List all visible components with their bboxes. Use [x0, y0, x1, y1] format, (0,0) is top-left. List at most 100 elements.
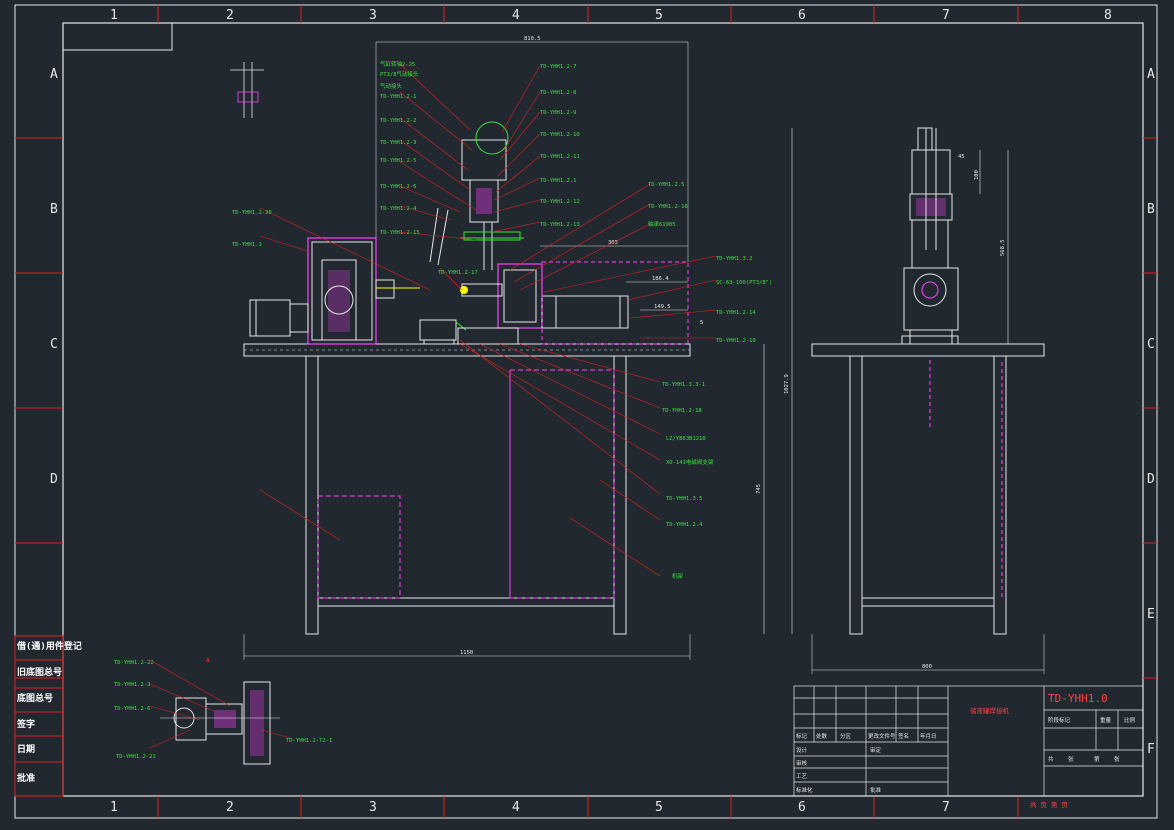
row-label: C	[1147, 337, 1155, 352]
title-block-cell: 批准	[870, 786, 882, 794]
side-label-column: 借(通)用件登记 旧底图总号 底图总号 签字 日期 批准	[14, 635, 82, 797]
part-label: TD-YHH1.2-6	[114, 706, 150, 712]
part-label: 气动接头	[380, 82, 403, 90]
part-label: TD-YHH1.3.5	[666, 496, 702, 502]
col-label: 5	[655, 8, 663, 23]
title-block-footer: 共 页 第 页	[1030, 800, 1068, 809]
row-label: A	[1147, 67, 1155, 82]
dimension-label: 100	[974, 170, 980, 180]
col-label: 1	[110, 800, 118, 815]
part-label: TD-YHH1.2-16	[648, 204, 688, 210]
detail-view-bottom: A	[160, 657, 280, 765]
part-labels: 气缸转轴2-25 PT1/8气动接头 气动接头 TD-YHH1.2-1 TD-Y…	[114, 60, 772, 760]
dimension-label: 149.5	[654, 304, 671, 310]
title-block-cell: 审核	[796, 759, 808, 767]
title-block-cell: 设计	[796, 746, 808, 754]
title-block-cell: 标准化	[796, 786, 813, 794]
row-label: F	[1147, 742, 1155, 757]
part-label: TD-YHH1.2-17	[438, 270, 478, 276]
part-label: TD-YHH1.2-6	[380, 184, 416, 190]
dimension-label: 45	[958, 154, 965, 160]
row-label: D	[1147, 472, 1155, 487]
side-label: 批准	[17, 772, 35, 784]
drawing-number: TD-YHH1.0	[1048, 692, 1108, 705]
front-view: 810.5 1150 1027.9 745 305 186.4 149.5 5	[243, 36, 793, 660]
title-block-cell: 审定	[870, 746, 882, 754]
drawing-title: 储液罐焊接机	[970, 706, 1010, 715]
part-label: TD-YHH1.2-3	[380, 140, 416, 146]
part-label: TD-YHH1.2-2	[380, 118, 416, 124]
part-label: TD-YHH1.3.3-1	[662, 382, 705, 388]
side-label: 借(通)用件登记	[16, 640, 82, 652]
part-label: TD-YHH1.2-18	[662, 408, 702, 414]
dimension-label: 186.4	[652, 276, 669, 282]
side-label: 日期	[17, 743, 35, 755]
dimension-label: 1150	[460, 650, 473, 656]
col-label: 4	[512, 8, 520, 23]
part-label: TD-YHH1.2-4	[380, 206, 417, 212]
part-label: TD-YHH1.2-T2-1	[286, 738, 332, 744]
part-label: TD-YHH1.2.5	[648, 182, 684, 188]
row-label: A	[50, 67, 58, 82]
col-label: 1	[110, 8, 118, 23]
title-block-cell: 张	[1114, 755, 1120, 763]
dimension-label: 800	[922, 664, 932, 670]
side-label: 底图总号	[17, 692, 53, 704]
dimension-label: 745	[756, 484, 762, 494]
dimension-label: 810.5	[524, 36, 541, 42]
col-label: 4	[512, 800, 520, 815]
part-label: PT1/8气动接头	[380, 70, 419, 78]
row-label: B	[1147, 202, 1155, 217]
title-block-cell: 标记	[796, 732, 808, 740]
part-label: 轴承61905	[648, 220, 676, 228]
side-view: 800 568.5 100 45	[811, 127, 1045, 674]
part-label: TD-YHH1.2-14	[716, 310, 756, 316]
title-block-cell: 阶段标记	[1048, 716, 1071, 724]
part-label: SC-63-100(PT3/8")	[716, 280, 772, 286]
title-block-cell: 分区	[840, 732, 852, 740]
title-block-cell: 共	[1048, 755, 1054, 763]
part-label: TD-YHH1.2-8	[540, 90, 576, 96]
title-block-cell: 年月日	[920, 732, 937, 740]
title-block-cell: 更改文件号	[868, 732, 896, 740]
title-block-cell: 张	[1068, 755, 1074, 763]
side-label: 签字	[16, 718, 35, 730]
part-label: TD-YHH1.2-7	[540, 64, 576, 70]
grid-row-labels-right: A B C D E F	[1147, 67, 1155, 757]
part-label: LZ/YB63B1210	[666, 436, 706, 442]
part-label: 气缸转轴2-25	[380, 60, 415, 68]
col-label: 5	[655, 800, 663, 815]
title-block-cell: 签名	[898, 732, 909, 740]
row-label: D	[50, 472, 58, 487]
row-label: C	[50, 337, 58, 352]
col-label: 3	[369, 800, 377, 815]
part-label: XO-141电磁阀支架	[666, 458, 714, 466]
cad-drawing: 1 2 3 4 5 6 7 8 1 2 3 4 5 6 7 A B C D A …	[14, 4, 1158, 819]
grid-column-labels-bottom: 1 2 3 4 5 6 7	[110, 800, 950, 815]
cad-drawing-canvas[interactable]: 1 2 3 4 5 6 7 8 1 2 3 4 5 6 7 A B C D A …	[0, 0, 1174, 826]
title-block-cell: 第	[1094, 755, 1100, 763]
title-block-cell: 处数	[816, 732, 828, 740]
part-label: TD-YHH1.2-5	[380, 158, 416, 164]
row-label: B	[50, 202, 58, 217]
outer-frame	[14, 4, 1158, 819]
part-label: TD-YHH1.3.2	[716, 256, 752, 262]
part-label: TD-YHH1.2-13	[540, 222, 580, 228]
part-label: TD-YHH1.2-20	[232, 210, 272, 216]
part-label: TD-YHH1.2-15	[380, 230, 420, 236]
part-label: TD-YHH1.2-19	[716, 338, 756, 344]
title-block-text: 储液罐焊接机 TD-YHH1.0 标记 处数 分区 更改文件号 签名 年月日 设…	[796, 692, 1136, 809]
part-label: 机架	[672, 572, 684, 580]
title-block-cell: 重量	[1100, 716, 1112, 724]
part-label: TD-YHH1.1	[232, 242, 262, 248]
dimension-label: 1027.9	[784, 374, 790, 394]
part-label: TD-YHH1.2-12	[540, 199, 580, 205]
part-label: TD-YHH1.2-10	[540, 132, 580, 138]
part-label: TD-YHH1.2-11	[540, 154, 580, 160]
row-label: E	[1147, 607, 1155, 622]
part-label: TD-YHH1.2-9	[540, 110, 576, 116]
detail-marker: A	[206, 657, 210, 664]
dimension-label: 568.5	[1000, 239, 1006, 256]
grid-column-labels-top: 1 2 3 4 5 6 7 8	[110, 8, 1112, 23]
col-label: 2	[226, 800, 234, 815]
